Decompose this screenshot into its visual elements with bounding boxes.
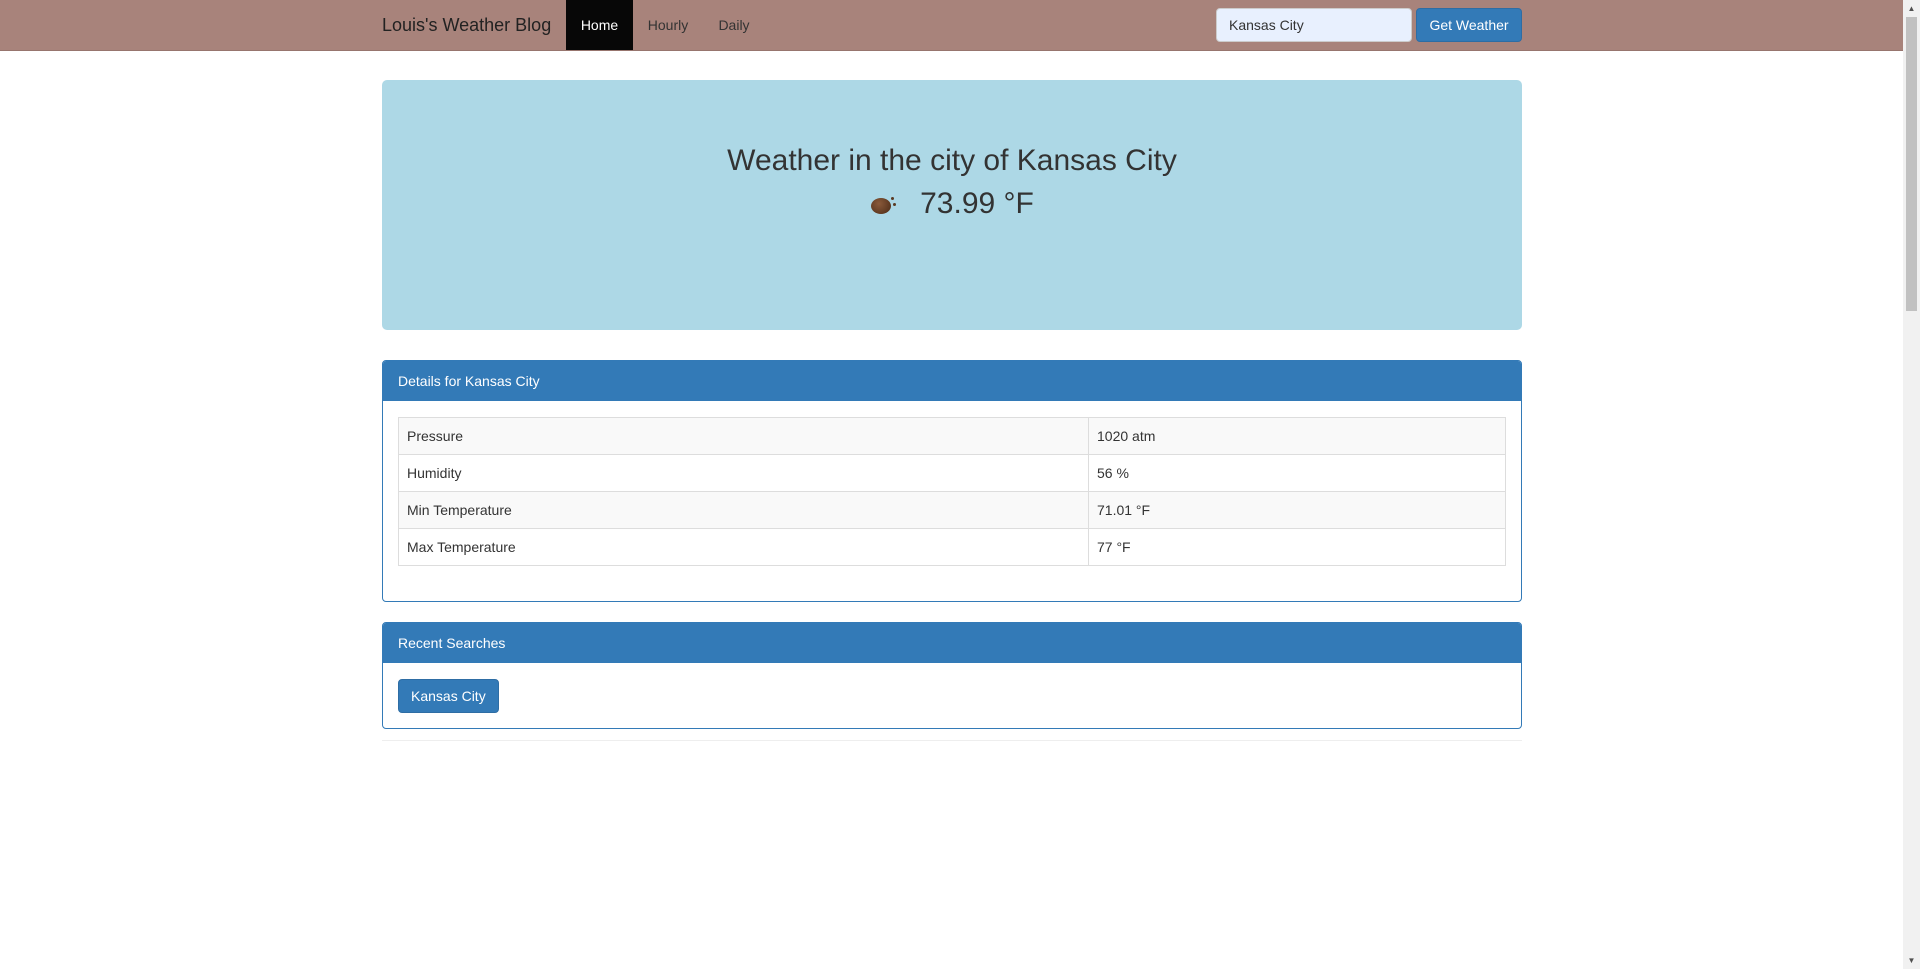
detail-value: 77 °F: [1088, 528, 1506, 566]
weather-icon-dot: [893, 203, 897, 207]
table-row: Max Temperature 77 °F: [398, 528, 1506, 566]
weather-icon-dot: [891, 197, 895, 201]
scroll-down-arrow-icon[interactable]: ▼: [1903, 952, 1920, 969]
table-row: Pressure 1020 atm: [398, 417, 1506, 455]
hero-temperature-row: 73.99 °F: [382, 182, 1522, 226]
current-temperature: 73.99 °F: [920, 187, 1034, 220]
nav-daily[interactable]: Daily: [703, 0, 765, 50]
recent-searches-heading: Recent Searches: [383, 623, 1521, 663]
get-weather-button[interactable]: Get Weather: [1416, 8, 1522, 42]
detail-value: 1020 atm: [1088, 417, 1506, 455]
detail-label: Humidity: [398, 454, 1089, 492]
brand-logo-text[interactable]: Louis's Weather Blog: [382, 0, 551, 50]
city-search-input[interactable]: [1216, 8, 1412, 42]
divider: [382, 740, 1522, 741]
weather-condition-icon: [870, 194, 897, 216]
details-table: Pressure 1020 atm Humidity 56 % Min Temp…: [398, 417, 1506, 566]
weather-icon-shape: [871, 198, 892, 215]
page-scrollbar[interactable]: ▲ ▼: [1903, 0, 1920, 969]
recent-search-button[interactable]: Kansas City: [398, 679, 499, 713]
detail-label: Min Temperature: [398, 491, 1089, 529]
top-navbar: Louis's Weather Blog Home Hourly Daily G…: [0, 0, 1903, 51]
scrollbar-thumb[interactable]: [1906, 17, 1917, 311]
scroll-up-arrow-icon[interactable]: ▲: [1903, 0, 1920, 17]
details-panel: Details for Kansas City Pressure 1020 at…: [382, 360, 1522, 602]
table-row: Min Temperature 71.01 °F: [398, 491, 1506, 529]
detail-label: Max Temperature: [398, 528, 1089, 566]
recent-searches-panel: Recent Searches Kansas City: [382, 622, 1522, 729]
table-row: Humidity 56 %: [398, 454, 1506, 492]
nav-home[interactable]: Home: [566, 0, 633, 50]
detail-value: 71.01 °F: [1088, 491, 1506, 529]
detail-value: 56 %: [1088, 454, 1506, 492]
detail-label: Pressure: [398, 417, 1089, 455]
hero-title: Weather in the city of Kansas City: [727, 144, 1177, 177]
details-panel-heading: Details for Kansas City: [383, 361, 1521, 401]
nav-hourly[interactable]: Hourly: [633, 0, 703, 50]
weather-hero: Weather in the city of Kansas City 73.99…: [382, 80, 1522, 330]
